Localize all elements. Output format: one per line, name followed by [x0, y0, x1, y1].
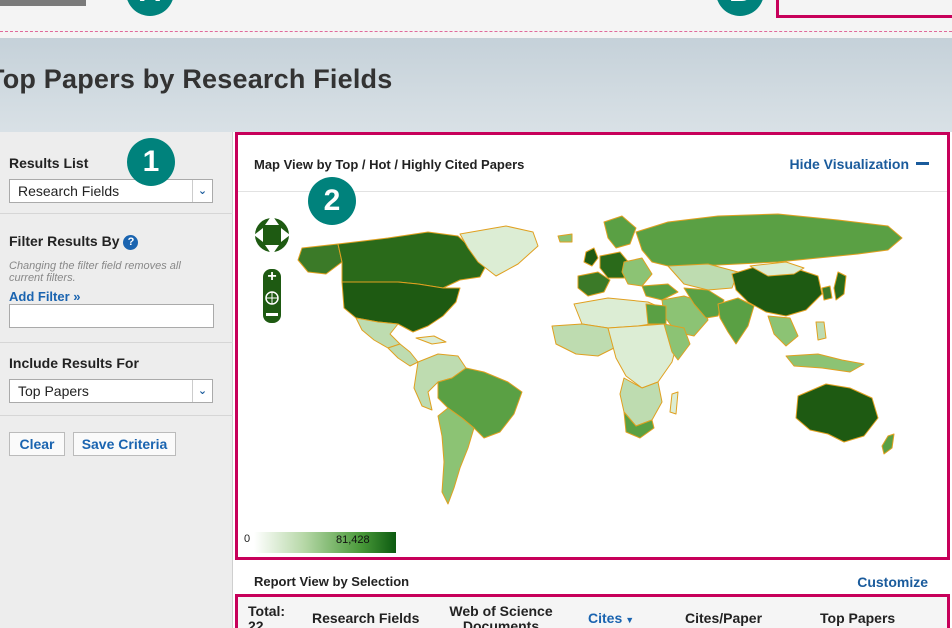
include-value: Top Papers	[18, 383, 89, 399]
sort-desc-icon: ▼	[625, 615, 635, 625]
legend-color-scale	[254, 532, 396, 553]
include-section: Include Results For Top Papers ⌄	[0, 343, 233, 416]
header-grey-block	[0, 0, 86, 6]
map-region-philippines	[815, 321, 827, 341]
filter-label-text: Filter Results By	[9, 233, 120, 249]
map-region-caribbean	[415, 335, 447, 345]
hide-visualization-label: Hide Visualization	[789, 156, 909, 172]
chevron-down-icon[interactable]: ⌄	[192, 380, 212, 402]
map-region-indonesia	[785, 353, 865, 373]
map-region-uk	[583, 247, 599, 267]
world-map[interactable]	[238, 192, 947, 530]
sidebar: Results List Research Fields ⌄ Filter Re…	[0, 132, 233, 628]
map-region-west-africa	[551, 323, 615, 357]
highlight-box-top	[776, 0, 952, 18]
map-region-madagascar	[669, 391, 679, 415]
map-region-australia	[795, 383, 879, 443]
map-panel-title: Map View by Top / Hot / Highly Cited Pap…	[254, 157, 525, 172]
include-select[interactable]: Top Papers ⌄	[9, 379, 213, 403]
results-list-label: Results List	[9, 155, 89, 171]
map-region-central-america	[387, 343, 419, 367]
zoom-out-icon	[266, 313, 278, 316]
map-region-new-zealand	[881, 433, 895, 455]
map-region-iceland	[557, 233, 573, 243]
legend-min-value: 0	[244, 533, 251, 545]
help-icon[interactable]: ?	[123, 235, 139, 250]
map-region-southeast-asia	[767, 315, 799, 347]
total-text: Total:	[248, 603, 286, 619]
dashed-divider	[0, 31, 952, 32]
filter-input[interactable]	[9, 304, 214, 328]
chevron-down-icon[interactable]: ⌄	[192, 180, 212, 202]
map-region-eastern-europe	[621, 257, 653, 287]
map-panel: Map View by Top / Hot / Highly Cited Pap…	[235, 132, 950, 560]
col-cites-per-paper[interactable]: Cites/Paper	[685, 611, 762, 626]
callout-marker-b: B	[716, 0, 764, 16]
map-region-japan	[833, 271, 847, 301]
callout-marker-a: A	[126, 0, 174, 16]
callout-marker-2: 2	[308, 177, 356, 225]
top-strip: A B	[0, 0, 952, 38]
col-wos-documents[interactable]: Web of Science Documents	[444, 604, 558, 628]
total-value: 22	[248, 618, 264, 628]
map-region-central-asia	[667, 263, 739, 291]
title-band: Top Papers by Research Fields	[0, 38, 952, 132]
results-list-section: Results List Research Fields ⌄	[0, 132, 233, 214]
map-region-scandinavia	[603, 215, 637, 249]
results-list-value: Research Fields	[18, 183, 120, 199]
customize-link[interactable]: Customize	[857, 574, 928, 590]
page-title: Top Papers by Research Fields	[0, 64, 393, 94]
collapse-icon[interactable]	[916, 162, 929, 165]
clear-button[interactable]: Clear	[9, 432, 65, 456]
report-header: Report View by Selection Customize	[235, 563, 950, 593]
hide-visualization-link[interactable]: Hide Visualization	[789, 156, 929, 172]
map-region-india	[717, 297, 755, 345]
map-region-korea	[821, 285, 833, 301]
col-cites-label: Cites	[588, 610, 623, 626]
col-top-papers[interactable]: Top Papers	[820, 611, 895, 626]
col-research-fields[interactable]: Research Fields	[312, 611, 419, 626]
map-region-egypt	[645, 303, 667, 325]
include-label: Include Results For	[9, 355, 139, 371]
filter-note: Changing the filter field removes all cu…	[9, 260, 181, 284]
save-criteria-button[interactable]: Save Criteria	[73, 432, 176, 456]
map-region-alaska	[297, 243, 343, 275]
report-title: Report View by Selection	[254, 574, 410, 589]
report-table-header: Total: 22 Research Fields Web of Science …	[235, 594, 950, 628]
legend-max-value: 81,428	[336, 534, 370, 546]
add-filter-link[interactable]: Add Filter »	[9, 289, 81, 304]
map-region-france-spain	[577, 271, 611, 297]
callout-marker-1: 1	[127, 138, 175, 186]
zoom-in-icon: +	[267, 268, 276, 285]
map-zoom-pan-control[interactable]: +	[252, 209, 292, 327]
map-region-russia	[635, 213, 903, 267]
filter-label: Filter Results By?	[9, 233, 139, 250]
col-cites[interactable]: Cites ▼	[588, 611, 634, 628]
total-label: Total: 22	[248, 604, 285, 628]
results-list-select[interactable]: Research Fields ⌄	[9, 179, 213, 203]
